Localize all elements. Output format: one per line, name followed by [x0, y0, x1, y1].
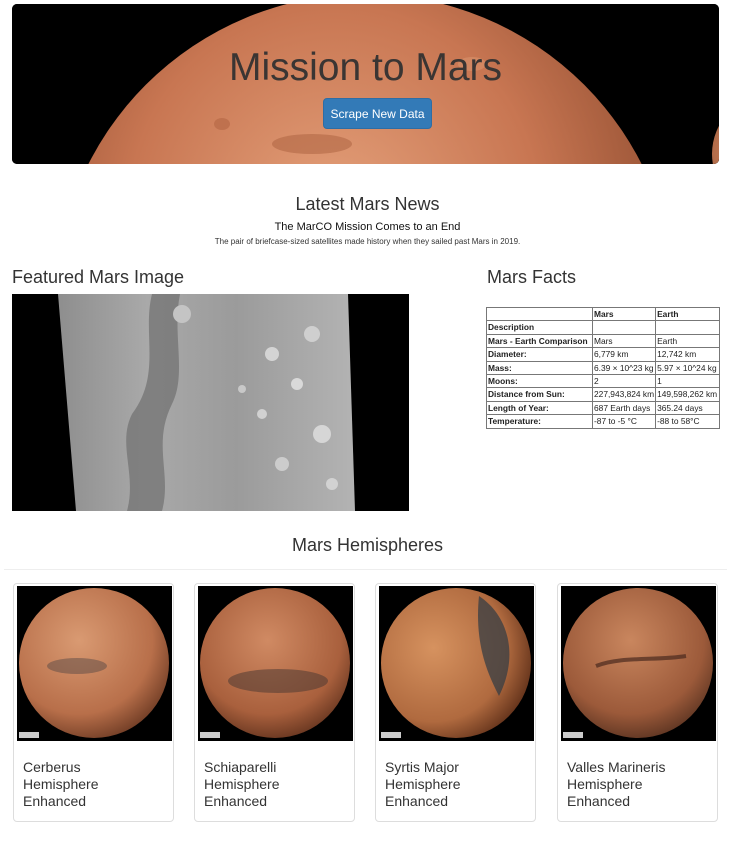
facts-col-header: Mars: [591, 306, 657, 322]
facts-cell: 12,742 km: [655, 347, 721, 362]
facts-cell: 6,779 km: [591, 347, 657, 362]
table-row: Distance from Sun: 227,943,824 km 149,59…: [486, 387, 721, 402]
mars-facts-table: Mars Earth Description Mars - Earth Comp…: [486, 306, 721, 429]
page-title: Mission to Mars: [228, 46, 503, 89]
facts-cell: 1: [655, 373, 721, 389]
valles-marineris-hemisphere-image[interactable]: [561, 586, 716, 741]
hemisphere-title[interactable]: Cerberus Hemisphere Enhanced: [23, 759, 163, 810]
hemisphere-title-line: Hemisphere: [567, 776, 643, 792]
table-row: Length of Year: 687 Earth days 365.24 da…: [486, 400, 721, 416]
hemisphere-card-valles-marineris[interactable]: Valles Marineris Hemisphere Enhanced: [557, 583, 718, 822]
table-row: Temperature: -87 to -5 °C -88 to 58°C: [486, 414, 721, 429]
hemisphere-title-line: Cerberus: [23, 759, 81, 775]
facts-row-label: Temperature:: [486, 414, 593, 429]
facts-index-label: Description: [486, 320, 593, 335]
scrape-new-data-button[interactable]: Scrape New Data: [323, 98, 432, 129]
hemisphere-title-line: Hemisphere: [204, 776, 280, 792]
hemispheres-heading: Mars Hemispheres: [291, 535, 444, 555]
hemisphere-title-line: Hemisphere: [23, 776, 99, 792]
facts-cell: 365.24 days: [655, 400, 721, 416]
facts-header-row: Mars Earth: [486, 306, 721, 322]
table-row: Mass: 6.39 × 10^23 kg 5.97 × 10^24 kg: [486, 360, 721, 375]
facts-heading: Mars Facts: [487, 267, 577, 287]
table-row: Diameter: 6,779 km 12,742 km: [486, 347, 721, 362]
hemisphere-title[interactable]: Valles Marineris Hemisphere Enhanced: [567, 759, 707, 810]
hemisphere-title[interactable]: Schiaparelli Hemisphere Enhanced: [204, 759, 344, 810]
facts-cell: -88 to 58°C: [655, 414, 721, 429]
table-row: Mars - Earth Comparison Mars Earth: [486, 333, 721, 349]
hemisphere-title-line: Enhanced: [23, 793, 87, 809]
cerberus-hemisphere-image[interactable]: [17, 586, 172, 741]
facts-cell: -87 to -5 °C: [591, 414, 657, 429]
hemisphere-card-cerberus[interactable]: Cerberus Hemisphere Enhanced: [13, 583, 174, 822]
facts-cell: 2: [591, 373, 657, 389]
facts-cell: 5.97 × 10^24 kg: [655, 360, 721, 375]
hemisphere-card-schiaparelli[interactable]: Schiaparelli Hemisphere Enhanced: [194, 583, 355, 822]
section-divider: [4, 569, 727, 570]
facts-cell: Earth: [655, 333, 721, 349]
facts-index-row: Description: [486, 320, 721, 335]
facts-row-label: Length of Year:: [486, 400, 593, 416]
table-row: Moons: 2 1: [486, 373, 721, 389]
hemisphere-title-line: Schiaparelli: [204, 759, 277, 775]
hemisphere-title-line: Syrtis Major: [385, 759, 459, 775]
news-heading: Latest Mars News: [295, 194, 440, 214]
facts-cell: 149,598,262 km: [655, 387, 721, 402]
syrtis-major-hemisphere-image[interactable]: [379, 586, 534, 741]
facts-row-label: Distance from Sun:: [486, 387, 593, 402]
hemisphere-title-line: Enhanced: [385, 793, 449, 809]
hemisphere-title-line: Valles Marineris: [567, 759, 666, 775]
facts-col-header: [486, 306, 593, 322]
news-teaser: The pair of briefcase-sized satellites m…: [214, 237, 521, 246]
hemisphere-card-syrtis-major[interactable]: Syrtis Major Hemisphere Enhanced: [375, 583, 536, 822]
facts-cell: 227,943,824 km: [591, 387, 657, 402]
facts-cell: Mars: [591, 333, 657, 349]
featured-image-heading: Featured Mars Image: [12, 267, 185, 287]
facts-empty-cell: [655, 320, 721, 335]
jumbotron-banner: Mission to Mars Scrape New Data: [12, 4, 719, 164]
facts-row-label: Mars - Earth Comparison: [486, 333, 593, 349]
facts-empty-cell: [591, 320, 657, 335]
schiaparelli-hemisphere-image[interactable]: [198, 586, 353, 741]
hemisphere-title-line: Enhanced: [204, 793, 268, 809]
facts-cell: 6.39 × 10^23 kg: [591, 360, 657, 375]
facts-row-label: Diameter:: [486, 347, 593, 362]
facts-row-label: Moons:: [486, 373, 593, 389]
hemisphere-title[interactable]: Syrtis Major Hemisphere Enhanced: [385, 759, 525, 810]
featured-mars-image[interactable]: [12, 294, 409, 511]
facts-row-label: Mass:: [486, 360, 593, 375]
hemisphere-title-line: Enhanced: [567, 793, 631, 809]
hemisphere-title-line: Hemisphere: [385, 776, 461, 792]
facts-col-header: Earth: [655, 306, 721, 322]
news-title: The MarCO Mission Comes to an End: [274, 221, 461, 233]
facts-cell: 687 Earth days: [591, 400, 657, 416]
